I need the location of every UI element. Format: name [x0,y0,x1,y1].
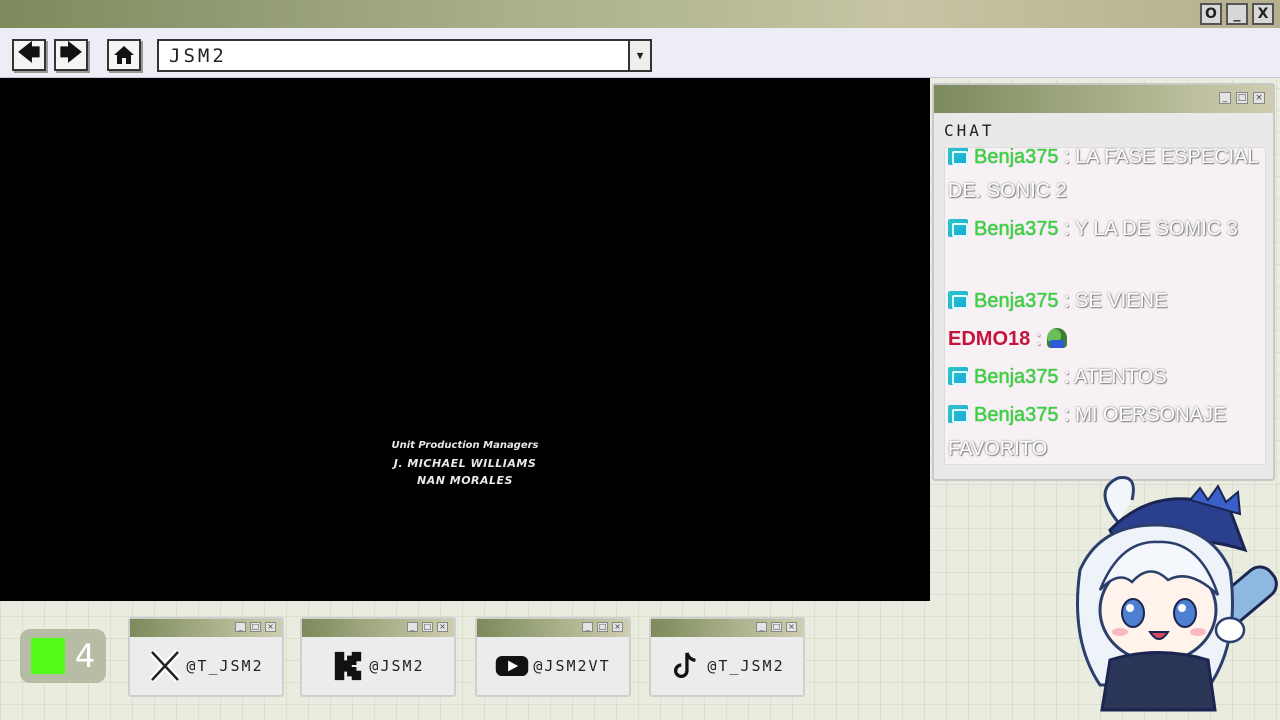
pepe-emote-icon [1046,328,1067,348]
back-button[interactable]: 🡄 [12,39,46,71]
chat-window: _ □ × CHAT Benja375 : LA FASE ESPECIAL D… [932,83,1275,481]
minimize-icon: _ [582,622,593,632]
youtube-logo-icon [496,655,529,677]
close-icon: × [612,622,623,632]
badge-icon [948,291,968,309]
circle-icon[interactable]: O [1200,3,1222,25]
social-window-youtube[interactable]: _ □ × @JSM2VT [475,617,631,697]
video-player[interactable]: Unit Production Managers J. MICHAEL WILL… [0,78,930,601]
chat-message: Benja375 : LA FASE ESPECIAL DE. SONIC 2 [948,147,1258,202]
chat-message: EDMO18 : [948,322,1260,356]
tiktok-logo-icon [674,652,697,678]
close-icon: × [265,622,276,632]
chat-username[interactable]: Benja375 [974,148,1059,168]
video-credits: Unit Production Managers J. MICHAEL WILL… [0,440,930,489]
chat-message: Benja375 : MI OERSONAJE FAVORITO [948,404,1227,460]
badge-icon [948,405,968,423]
badge-icon [948,148,968,165]
chat-username[interactable]: Benja375 [974,366,1059,388]
badge-icon [948,219,968,237]
chat-username[interactable]: Benja375 [974,290,1059,312]
kick-logo-icon [30,638,65,674]
chat-message: Benja375 : Y LA DE SOMIC 3 [948,212,1260,246]
social-window-tiktok[interactable]: _ □ × @T_JSM2 [649,617,805,697]
arrow-left-icon: 🡄 [17,41,41,66]
window-controls: O _ X [1200,3,1274,25]
chat-text: ATENTOS [1074,366,1167,388]
social-handle: @JSM2VT [533,657,611,675]
close-icon[interactable]: X [1252,3,1274,25]
credit-name: NAN MORALES [417,474,513,487]
maximize-icon: □ [422,622,433,632]
chat-title-bar: _ □ × [934,85,1273,113]
navigation-bar: 🡄 🡆 JSM2 ▼ [0,28,1280,78]
chat-text: Y LA DE SOMIC 3 [1074,218,1238,240]
minimize-icon: _ [407,622,418,632]
badge-icon [948,367,968,385]
social-handle: @T_JSM2 [707,657,785,675]
maximize-icon: □ [597,622,608,632]
arrow-right-icon: 🡆 [59,41,83,66]
minimize-icon: _ [235,622,246,632]
minimize-icon: _ [756,622,767,632]
social-handle: @JSM2 [369,657,425,675]
credit-role: Unit Production Managers [391,440,539,451]
maximize-icon: □ [250,622,261,632]
chat-messages[interactable]: Benja375 : LA FASE ESPECIAL DE. SONIC 2 … [944,147,1266,465]
address-bar[interactable]: JSM2 ▼ [157,39,652,72]
social-window-x[interactable]: _ □ × @T_JSM2 [128,617,284,697]
maximize-icon: □ [771,622,782,632]
kick-counter: 4 [20,629,106,683]
credit-name: J. MICHAEL WILLIAMS [393,457,537,470]
social-window-kick[interactable]: _ □ × @JSM2 [300,617,456,697]
minimize-icon[interactable]: _ [1219,92,1231,104]
maximize-icon[interactable]: □ [1236,92,1248,104]
close-icon: × [437,622,448,632]
chevron-down-icon[interactable]: ▼ [628,41,650,70]
kick-logo-icon [335,651,362,681]
close-icon: × [786,622,797,632]
chat-message: Benja375 : SE VIENE [948,284,1260,318]
vtuber-avatar [1076,475,1278,712]
chat-username[interactable]: EDMO18 [948,328,1030,350]
x-logo-icon [149,650,181,682]
social-handle: @T_JSM2 [186,657,264,675]
minimize-icon[interactable]: _ [1226,3,1248,25]
chat-message: Benja375 : ATENTOS [948,360,1260,394]
address-value: JSM2 [169,45,227,67]
forward-button[interactable]: 🡆 [54,39,88,71]
close-icon[interactable]: × [1253,92,1265,104]
chat-username[interactable]: Benja375 [974,404,1059,426]
home-icon [114,46,134,64]
chat-text: SE VIENE [1075,290,1168,312]
home-button[interactable] [107,39,141,71]
chat-username[interactable]: Benja375 [974,218,1059,240]
title-bar: O _ X [0,0,1280,28]
chat-heading: CHAT [944,121,995,140]
kick-count: 4 [74,637,96,675]
